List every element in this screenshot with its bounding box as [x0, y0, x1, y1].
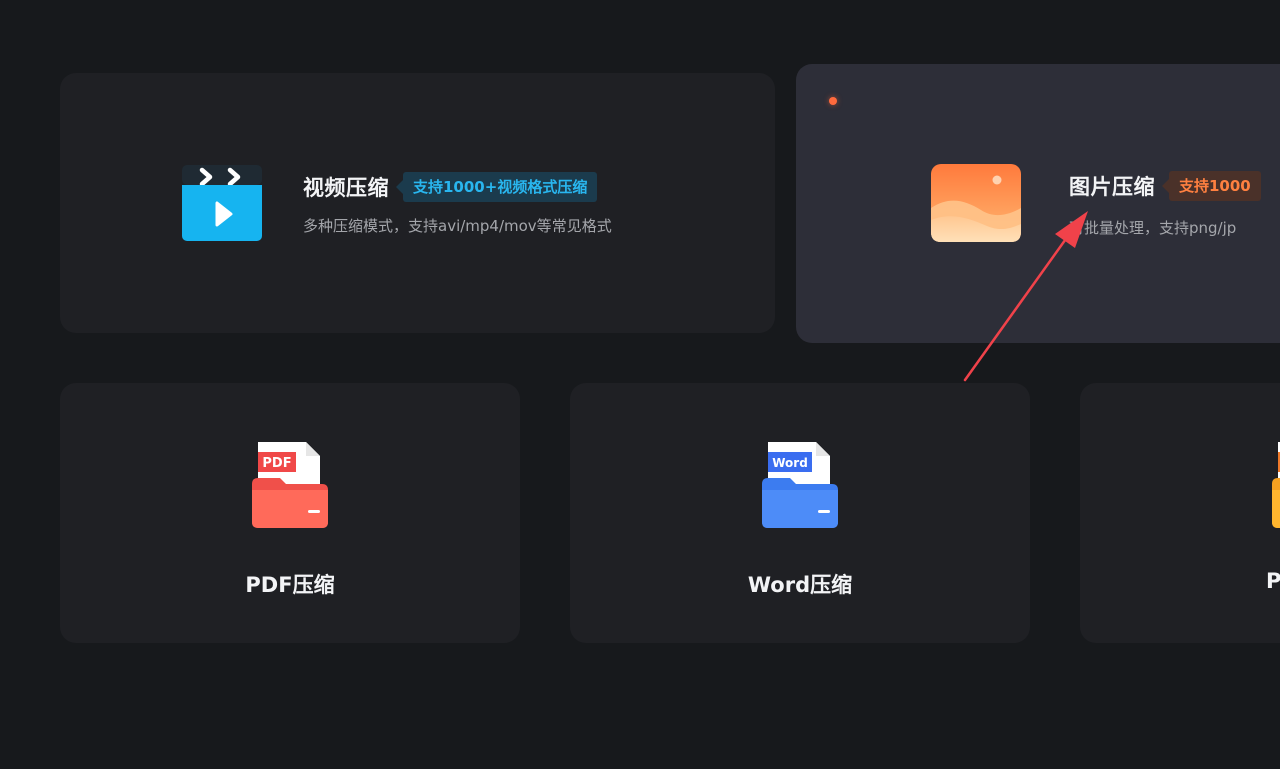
pdf-icon-text: PDF [262, 456, 291, 471]
pdf-compress-label: PDF压缩 [245, 573, 335, 597]
image-title-row: 图片压缩 支持1000 [1069, 171, 1261, 201]
video-compress-card[interactable]: 视频压缩 支持1000+视频格式压缩 多种压缩模式，支持avi/mp4/mov等… [60, 73, 775, 333]
word-folder-icon: Word [762, 442, 838, 528]
video-compress-title: 视频压缩 [303, 176, 389, 200]
word-icon-text: Word [772, 456, 808, 470]
image-compress-title: 图片压缩 [1069, 175, 1155, 199]
ppt-compress-label: P [1266, 569, 1280, 593]
pdf-compress-card[interactable]: PDF PDF压缩 [60, 383, 520, 643]
image-format-tag: 支持1000 [1162, 171, 1261, 201]
image-landscape-icon [931, 164, 1021, 242]
video-clapper-icon [182, 165, 262, 241]
image-compress-description: 可批量处理，支持png/jp [1069, 219, 1237, 237]
video-format-tag: 支持1000+视频格式压缩 [395, 172, 598, 202]
ppt-compress-card[interactable]: P [1080, 383, 1280, 643]
ppt-folder-icon [1272, 442, 1280, 528]
pdf-folder-icon: PDF [252, 442, 328, 528]
word-compress-card[interactable]: Word Word压缩 [570, 383, 1030, 643]
image-compress-card[interactable]: 图片压缩 支持1000 可批量处理，支持png/jp [796, 64, 1280, 343]
video-title-row: 视频压缩 支持1000+视频格式压缩 [303, 172, 598, 202]
video-compress-description: 多种压缩模式，支持avi/mp4/mov等常见格式 [303, 217, 612, 235]
word-compress-label: Word压缩 [747, 573, 853, 597]
new-badge-dot [829, 97, 837, 105]
